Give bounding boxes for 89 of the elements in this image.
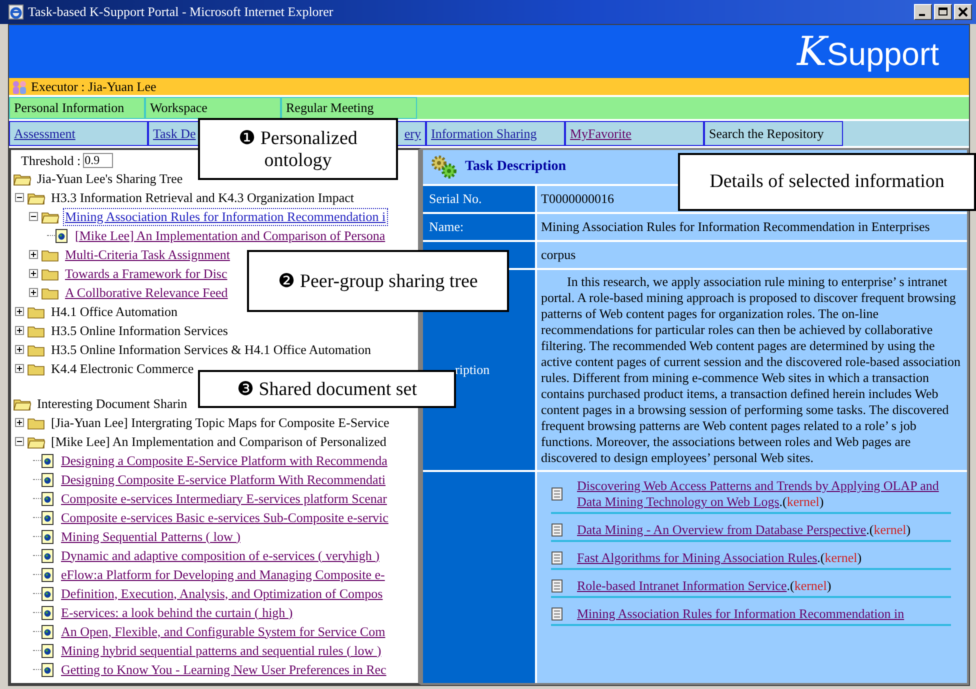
tree-node[interactable]: H4.1 Office Automation <box>49 302 180 320</box>
close-icon <box>958 7 968 17</box>
document-icon <box>41 548 55 562</box>
field-label: Name: <box>429 219 464 235</box>
document-icon <box>41 568 55 582</box>
tree-link[interactable]: An Open, Flexible, and Configurable System for Service Com <box>59 622 388 640</box>
document-icon <box>551 487 563 501</box>
reference-link[interactable]: Data Mining - An Overview from Database Perspective.(kernel) <box>577 522 911 538</box>
threshold-label: Threshold : <box>21 152 81 168</box>
document-icon <box>41 472 55 486</box>
document-icon <box>41 606 55 620</box>
toggle-icon[interactable] <box>15 418 24 427</box>
toggle-icon[interactable] <box>15 345 24 354</box>
gears-icon <box>429 154 459 180</box>
document-icon <box>41 510 55 524</box>
tree-link[interactable]: E-services: a look behind the curtain ( high ) <box>59 604 295 622</box>
tree-link[interactable]: Composite e-services Intermediary E-services platform Scenar <box>59 490 389 508</box>
document-icon <box>55 228 69 242</box>
reference-link[interactable]: Discovering Web Access Patterns and Trends by Applying OLAP and Data Mining Technology on Web Logs.(kernel) <box>577 478 951 510</box>
tree-link[interactable]: Composite e-services Basic e-services Sub-Composite e-servic <box>59 508 390 526</box>
menu-link[interactable]: ery <box>404 126 421 142</box>
toggle-icon[interactable] <box>29 212 38 221</box>
document-icon <box>41 454 55 468</box>
window-title: Task-based K-Support Portal - Microsoft Internet Explorer <box>28 4 334 20</box>
threshold-field[interactable]: 0.9 <box>82 153 113 168</box>
tree-link[interactable]: Designing Composite E-service Platform With Recommendati <box>59 470 388 488</box>
tree-link[interactable]: Dynamic and adaptive composition of e-services ( veryhigh ) <box>59 546 382 564</box>
field-value: corpus <box>541 247 576 263</box>
toggle-icon[interactable] <box>29 250 38 259</box>
close-button[interactable] <box>954 4 972 20</box>
tree-node[interactable]: [Mike Lee] An Implementation and Comparison of Personalized <box>49 432 388 450</box>
minimize-icon <box>919 14 925 16</box>
toggle-icon[interactable] <box>15 364 24 373</box>
toggle-icon[interactable] <box>29 288 38 297</box>
tree-link[interactable]: Multi-Criteria Task Assignment <box>63 246 232 264</box>
browser-icon <box>8 4 24 20</box>
tree-link[interactable]: A Collborative Relevance Feed <box>63 284 230 302</box>
tree-link[interactable]: Mining Association Rules for Information Recommendation i <box>63 208 388 226</box>
tree-link[interactable]: Towards a Framework for Disc <box>63 264 230 282</box>
field-value: T0000000016 <box>541 191 614 207</box>
document-icon <box>41 530 55 544</box>
tree-link[interactable]: [Mike Lee] An Implementation and Comparison of Persona <box>73 226 388 244</box>
maximize-icon <box>938 7 948 17</box>
minimize-button[interactable] <box>914 4 932 20</box>
tree-node[interactable]: [Jia-Yuan Lee] Intergrating Topic Maps for Composite E-Service <box>49 414 392 432</box>
reference-link[interactable]: Fast Algorithms for Mining Association Rules.(kernel) <box>577 550 862 566</box>
annotation-callout: ❸ Shared document set <box>198 370 456 408</box>
field-label: Serial No. <box>429 191 482 207</box>
section-title: Task Description <box>465 159 566 175</box>
tree-link[interactable]: Designing a Composite E-Service Platform with Recommenda <box>59 452 390 470</box>
document-icon <box>551 579 563 593</box>
document-icon <box>41 662 55 676</box>
reference-link[interactable]: Role-based Intranet Information Service.(kernel) <box>577 578 832 594</box>
toggle-icon[interactable] <box>15 307 24 316</box>
toggle-icon[interactable] <box>15 193 24 202</box>
tree-link[interactable]: Mining Sequential Patterns ( low ) <box>59 528 242 546</box>
menu-tab[interactable]: Personal Information <box>9 97 145 119</box>
reference-link[interactable]: Mining Association Rules for Information Recommendation in <box>577 606 904 622</box>
tree-node[interactable]: K4.4 Electronic Commerce <box>49 360 196 378</box>
field-label: ription <box>454 362 490 378</box>
people-icon <box>11 80 29 94</box>
document-icon <box>41 492 55 506</box>
field-value: Mining Association Rules for Information Recommendation in Enterprises <box>541 219 930 235</box>
toggle-icon[interactable] <box>15 437 24 446</box>
toggle-icon[interactable] <box>29 269 38 278</box>
document-icon <box>41 624 55 638</box>
tree-link[interactable]: Mining hybrid sequential patterns and sequential rules ( low ) <box>59 642 384 660</box>
document-icon <box>41 644 55 658</box>
document-icon <box>551 523 563 537</box>
maximize-button[interactable] <box>934 4 952 20</box>
tree-node[interactable]: H3.5 Online Information Services & H4.1 Office Automation <box>49 340 374 358</box>
tree-link[interactable]: Getting to Know You - Learning New User Preferences in Rec <box>59 660 388 678</box>
logo: KSupport <box>797 28 939 74</box>
tree-node[interactable]: H3.3 Information Retrieval and K4.3 Organization Impact <box>49 188 356 206</box>
document-icon <box>41 586 55 600</box>
tree-node[interactable]: Interesting Document Sharin <box>35 394 190 412</box>
executor-label: Executor : Jia-Yuan Lee <box>31 78 156 94</box>
document-icon <box>551 551 563 565</box>
tree-node[interactable]: Jia-Yuan Lee's Sharing Tree <box>35 170 185 188</box>
menu-link[interactable]: Task De <box>153 126 196 142</box>
tree-link[interactable]: Definition, Execution, Analysis, and Optimization of Compos <box>59 584 385 602</box>
description-text: In this research, we apply association rule mining to enterprise’ s intranet portal. A role-based mining approach is proposed to discover frequent browsing patterns of Web content pages for organization roles. The on-line recommendations for particular roles can then be achieved by collaborative filtering. The recommended Web content pages are determined by using the active content pages of current session and the discovered role-based association rules. Different from mining e-commence Web sites in which a transaction contains purchased product items, a transaction defined herein includes Web content pages in a browsing session of performing some tasks. The discovered frequent browsing patterns are Web content pages related to a role’ s job functions. Moreover, the associations between roles and Web pages are discovered to design employees’ personal Web sites. <box>541 274 961 466</box>
annotation-callout: ❶ Personalized ontology <box>198 118 398 180</box>
toggle-icon[interactable] <box>15 326 24 335</box>
tree-node[interactable]: H3.5 Online Information Services <box>49 322 230 340</box>
tree-link[interactable]: eFlow:a Platform for Developing and Managing Composite e- <box>59 566 387 584</box>
document-icon <box>551 607 563 621</box>
annotation-callout: Details of selected information <box>678 153 976 211</box>
annotation-callout: ❷ Peer-group sharing tree <box>247 250 509 312</box>
